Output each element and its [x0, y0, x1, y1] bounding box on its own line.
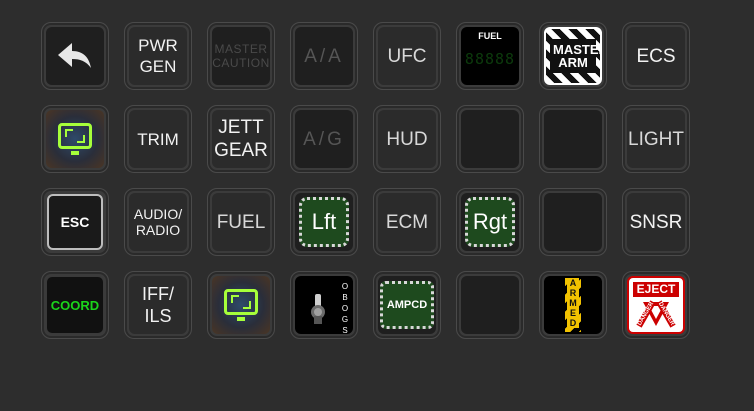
trim-label: TRIM — [137, 129, 179, 149]
ag-label: A/G — [303, 128, 345, 150]
monitor-button-2[interactable] — [207, 271, 275, 339]
ampcd-button[interactable]: AMPCD — [373, 271, 441, 339]
eject-button[interactable]: EJECT DANGER DANGER — [622, 271, 690, 339]
sensor-button[interactable]: SNSR — [622, 188, 690, 256]
audio-radio-label: AUDIO/ RADIO — [133, 206, 183, 238]
eject-label: EJECT — [633, 282, 679, 297]
trim-button[interactable]: TRIM — [124, 105, 192, 173]
pwr-gen-button[interactable]: PWR GEN — [124, 22, 192, 90]
sensor-label: SNSR — [629, 211, 683, 233]
rgt-button[interactable]: Rgt — [456, 188, 524, 256]
master-caution-button[interactable]: MASTER CAUTION — [207, 22, 275, 90]
monitor-icon — [224, 289, 258, 321]
blank-key-r2c6[interactable] — [456, 105, 524, 173]
light-label: LIGHT — [628, 128, 684, 150]
aa-label: A/A — [304, 45, 344, 67]
blank-key-r3c7[interactable] — [539, 188, 607, 256]
fuel-button[interactable]: FUEL — [207, 188, 275, 256]
hud-label: HUD — [386, 128, 428, 150]
ecm-button[interactable]: ECM — [373, 188, 441, 256]
toggle-switch-icon — [311, 294, 325, 324]
monitor-button-1[interactable] — [41, 105, 109, 173]
ecm-label: ECM — [385, 211, 429, 233]
esc-button[interactable]: ESC — [41, 188, 109, 256]
blank-key-r2c7[interactable] — [539, 105, 607, 173]
obogs-button[interactable]: OBOGS — [290, 271, 358, 339]
fuel-display-digits: 88888 — [464, 50, 516, 68]
ufc-label: UFC — [387, 45, 427, 67]
jett-gear-label: JETT GEAR — [214, 117, 268, 161]
stream-deck-grid: PWR GEN MASTER CAUTION A/A UFC FUEL 8888… — [41, 22, 690, 339]
jett-gear-button[interactable]: JETT GEAR — [207, 105, 275, 173]
fuel-label: FUEL — [216, 211, 266, 233]
back-arrow-icon — [58, 43, 91, 68]
hud-button[interactable]: HUD — [373, 105, 441, 173]
aa-button[interactable]: A/A — [290, 22, 358, 90]
iff-ils-button[interactable]: IFF/ ILS — [124, 271, 192, 339]
ampcd-label: AMPCD — [386, 299, 428, 311]
armed-button[interactable]: ARMED — [539, 271, 607, 339]
audio-radio-button[interactable]: AUDIO/ RADIO — [124, 188, 192, 256]
ufc-button[interactable]: UFC — [373, 22, 441, 90]
ecs-button[interactable]: ECS — [622, 22, 690, 90]
lft-label: Lft — [311, 209, 337, 234]
master-caution-label: MASTER CAUTION — [212, 42, 270, 70]
rgt-label: Rgt — [472, 209, 508, 234]
pwr-gen-label: PWR GEN — [138, 36, 178, 76]
obogs-label: OBOGS — [341, 282, 349, 334]
master-arm-label: MASTER ARM — [550, 39, 600, 73]
esc-label: ESC — [60, 214, 90, 230]
armed-label: ARMED — [567, 278, 579, 328]
lft-button[interactable]: Lft — [290, 188, 358, 256]
fuel-display-button[interactable]: FUEL 88888 — [456, 22, 524, 90]
master-arm-button[interactable]: MASTER ARM — [539, 22, 607, 90]
coord-label: COORD — [50, 297, 100, 313]
iff-ils-label: IFF/ ILS — [142, 284, 174, 326]
ecs-label: ECS — [636, 45, 676, 67]
ag-button[interactable]: A/G — [290, 105, 358, 173]
blank-key-r4c6[interactable] — [456, 271, 524, 339]
fuel-display-label: FUEL — [478, 31, 502, 41]
back-button[interactable] — [41, 22, 109, 90]
light-button[interactable]: LIGHT — [622, 105, 690, 173]
coord-button[interactable]: COORD — [41, 271, 109, 339]
monitor-icon — [58, 123, 92, 155]
